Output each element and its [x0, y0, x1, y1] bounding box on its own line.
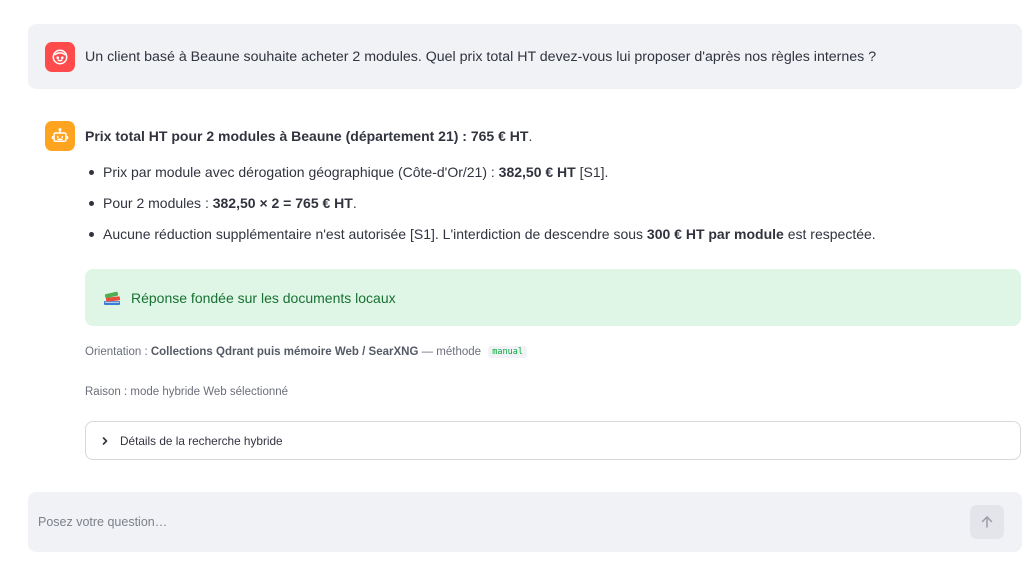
answer-title-end: . — [528, 128, 533, 144]
answer-title-bold: Prix total HT pour 2 modules à Beaune (d… — [85, 128, 529, 144]
orientation-caption: Orientation : Collections Qdrant puis mé… — [85, 345, 527, 358]
reason-caption: Raison : mode hybride Web sélectionné — [85, 386, 289, 398]
user-avatar — [45, 41, 75, 72]
bullet-text: est respectée. — [783, 226, 876, 242]
user-message-text: Un client basé à Beaune souhaite acheter… — [85, 48, 877, 65]
orientation-bold: Collections Qdrant puis mémoire Web / Se… — [150, 346, 419, 358]
bullet-text: Pour 2 modules : — [103, 195, 213, 211]
bullet-bold: 382,50 € HT — [498, 164, 576, 180]
list-item: Aucune réduction supplémentaire n'est au… — [85, 224, 1021, 244]
bullet-text: . — [352, 195, 357, 211]
assistant-avatar — [45, 121, 75, 151]
orientation-method-label: — méthode — [418, 346, 485, 358]
answer-bullet-list: Prix par module avec dérogation géograph… — [85, 162, 1021, 244]
method-code-chip: manual — [488, 345, 527, 358]
send-button[interactable] — [970, 505, 1004, 539]
bullet-text: [S1]. — [575, 164, 609, 180]
expander-label: Détails de la recherche hybride — [120, 433, 283, 448]
hybrid-search-details-expander[interactable]: Détails de la recherche hybride — [85, 421, 1021, 460]
bullet-text: Aucune réduction supplémentaire n'est au… — [103, 226, 647, 242]
user-face-icon — [52, 49, 68, 64]
success-alert-text: Réponse fondée sur les documents locaux — [131, 289, 396, 306]
books-icon — [104, 291, 121, 305]
chevron-right-icon — [102, 436, 108, 445]
bullet-bold: 382,50 × 2 = 765 € HT — [212, 195, 353, 211]
assistant-message: Prix total HT pour 2 modules à Beaune (d… — [85, 126, 1021, 460]
robot-icon — [51, 128, 69, 142]
bullet-text: Prix par module avec dérogation géograph… — [103, 164, 499, 180]
answer-title: Prix total HT pour 2 modules à Beaune (d… — [85, 126, 1021, 146]
assistant-avatar-wrap — [45, 121, 75, 151]
orientation-prefix: Orientation : — [85, 346, 151, 358]
chat-input-bar — [28, 492, 1022, 552]
list-item: Prix par module avec dérogation géograph… — [85, 162, 1021, 182]
chat-input[interactable] — [38, 515, 970, 529]
success-alert: Réponse fondée sur les documents locaux — [85, 269, 1021, 326]
list-item: Pour 2 modules : 382,50 × 2 = 765 € HT. — [85, 193, 1021, 213]
bullet-bold: 300 € HT par module — [646, 226, 784, 242]
arrow-up-icon — [981, 516, 993, 528]
user-message: Un client basé à Beaune souhaite acheter… — [28, 24, 1022, 89]
